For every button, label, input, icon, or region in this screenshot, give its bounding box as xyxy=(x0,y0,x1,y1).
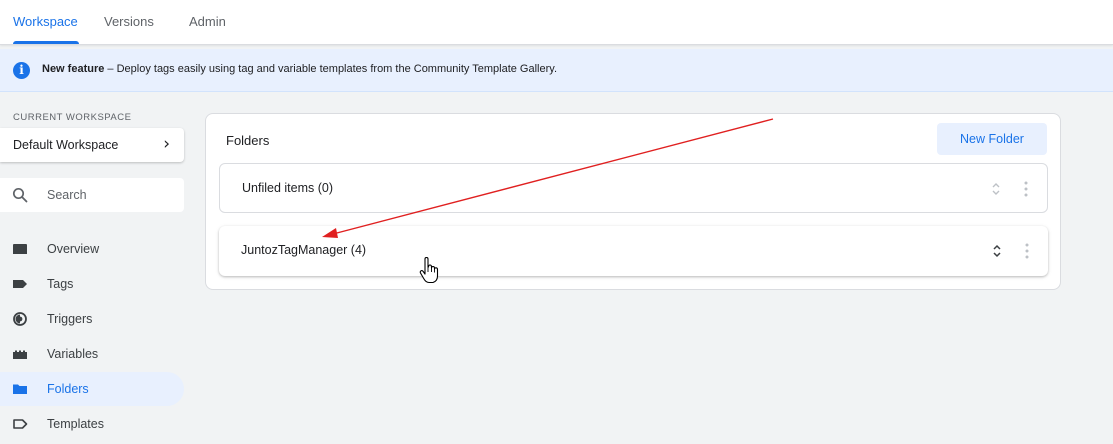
top-tab-bar: Workspace Versions Admin xyxy=(0,0,1113,45)
folder-name: JuntozTagManager (4) xyxy=(241,243,367,257)
workspace-name: Default Workspace xyxy=(13,138,119,152)
folder-name: Unfiled items (0) xyxy=(242,181,333,195)
page-title: Folders xyxy=(226,133,270,148)
info-icon: i xyxy=(13,62,30,79)
new-folder-button[interactable]: New Folder xyxy=(937,123,1047,155)
sidebar-item-label: Folders xyxy=(47,382,89,396)
sidebar-item-variables[interactable]: Variables xyxy=(0,337,184,371)
sidebar-item-label: Tags xyxy=(47,277,74,291)
search-icon xyxy=(12,187,28,203)
variables-icon xyxy=(13,350,27,359)
trigger-icon xyxy=(13,312,27,326)
sidebar-item-label: Templates xyxy=(47,417,104,431)
sidebar-item-folders[interactable]: Folders xyxy=(0,372,184,406)
current-workspace-caption: CURRENT WORKSPACE xyxy=(13,112,132,123)
folder-icon xyxy=(13,384,27,394)
sidebar-item-triggers[interactable]: Triggers xyxy=(0,302,184,336)
sidebar-item-overview[interactable]: Overview xyxy=(0,232,184,266)
more-vert-icon[interactable] xyxy=(1025,242,1029,260)
sidebar-item-templates[interactable]: Templates xyxy=(0,407,184,441)
search-placeholder: Search xyxy=(47,188,87,202)
sidebar-item-label: Overview xyxy=(47,242,100,256)
expand-collapse-icon[interactable] xyxy=(992,242,1002,260)
workspace-selector[interactable]: Default Workspace › xyxy=(0,128,184,162)
sidebar-item-label: Triggers xyxy=(47,312,93,326)
overview-icon xyxy=(13,244,27,254)
hand-cursor-icon xyxy=(419,257,439,284)
sidebar-item-tags[interactable]: Tags xyxy=(0,267,184,301)
banner-strong-text: New feature xyxy=(42,63,105,75)
template-icon xyxy=(13,419,28,429)
more-vert-icon[interactable] xyxy=(1024,180,1028,198)
banner-body-text: – Deploy tags easily using tag and varia… xyxy=(104,63,558,75)
tab-admin[interactable]: Admin xyxy=(189,0,226,44)
tab-versions[interactable]: Versions xyxy=(104,0,154,44)
tag-icon xyxy=(13,280,27,288)
chevron-right-icon: › xyxy=(163,134,170,154)
sidebar-search[interactable]: Search xyxy=(0,178,184,212)
expand-collapse-icon[interactable] xyxy=(991,180,1001,198)
new-feature-banner: i New feature – Deploy tags easily using… xyxy=(0,49,1113,92)
folder-row-unfiled[interactable]: Unfiled items (0) xyxy=(219,163,1048,213)
gtm-workspace-page: Workspace Versions Admin i New feature –… xyxy=(0,0,1113,444)
tab-workspace[interactable]: Workspace xyxy=(13,0,79,44)
banner-message: New feature – Deploy tags easily using t… xyxy=(42,63,557,75)
folder-row-juntoztagmanager[interactable]: JuntozTagManager (4) xyxy=(219,226,1048,276)
folders-card: Folders New Folder Unfiled items (0) Jun… xyxy=(205,113,1061,290)
sidebar-item-label: Variables xyxy=(47,347,99,361)
